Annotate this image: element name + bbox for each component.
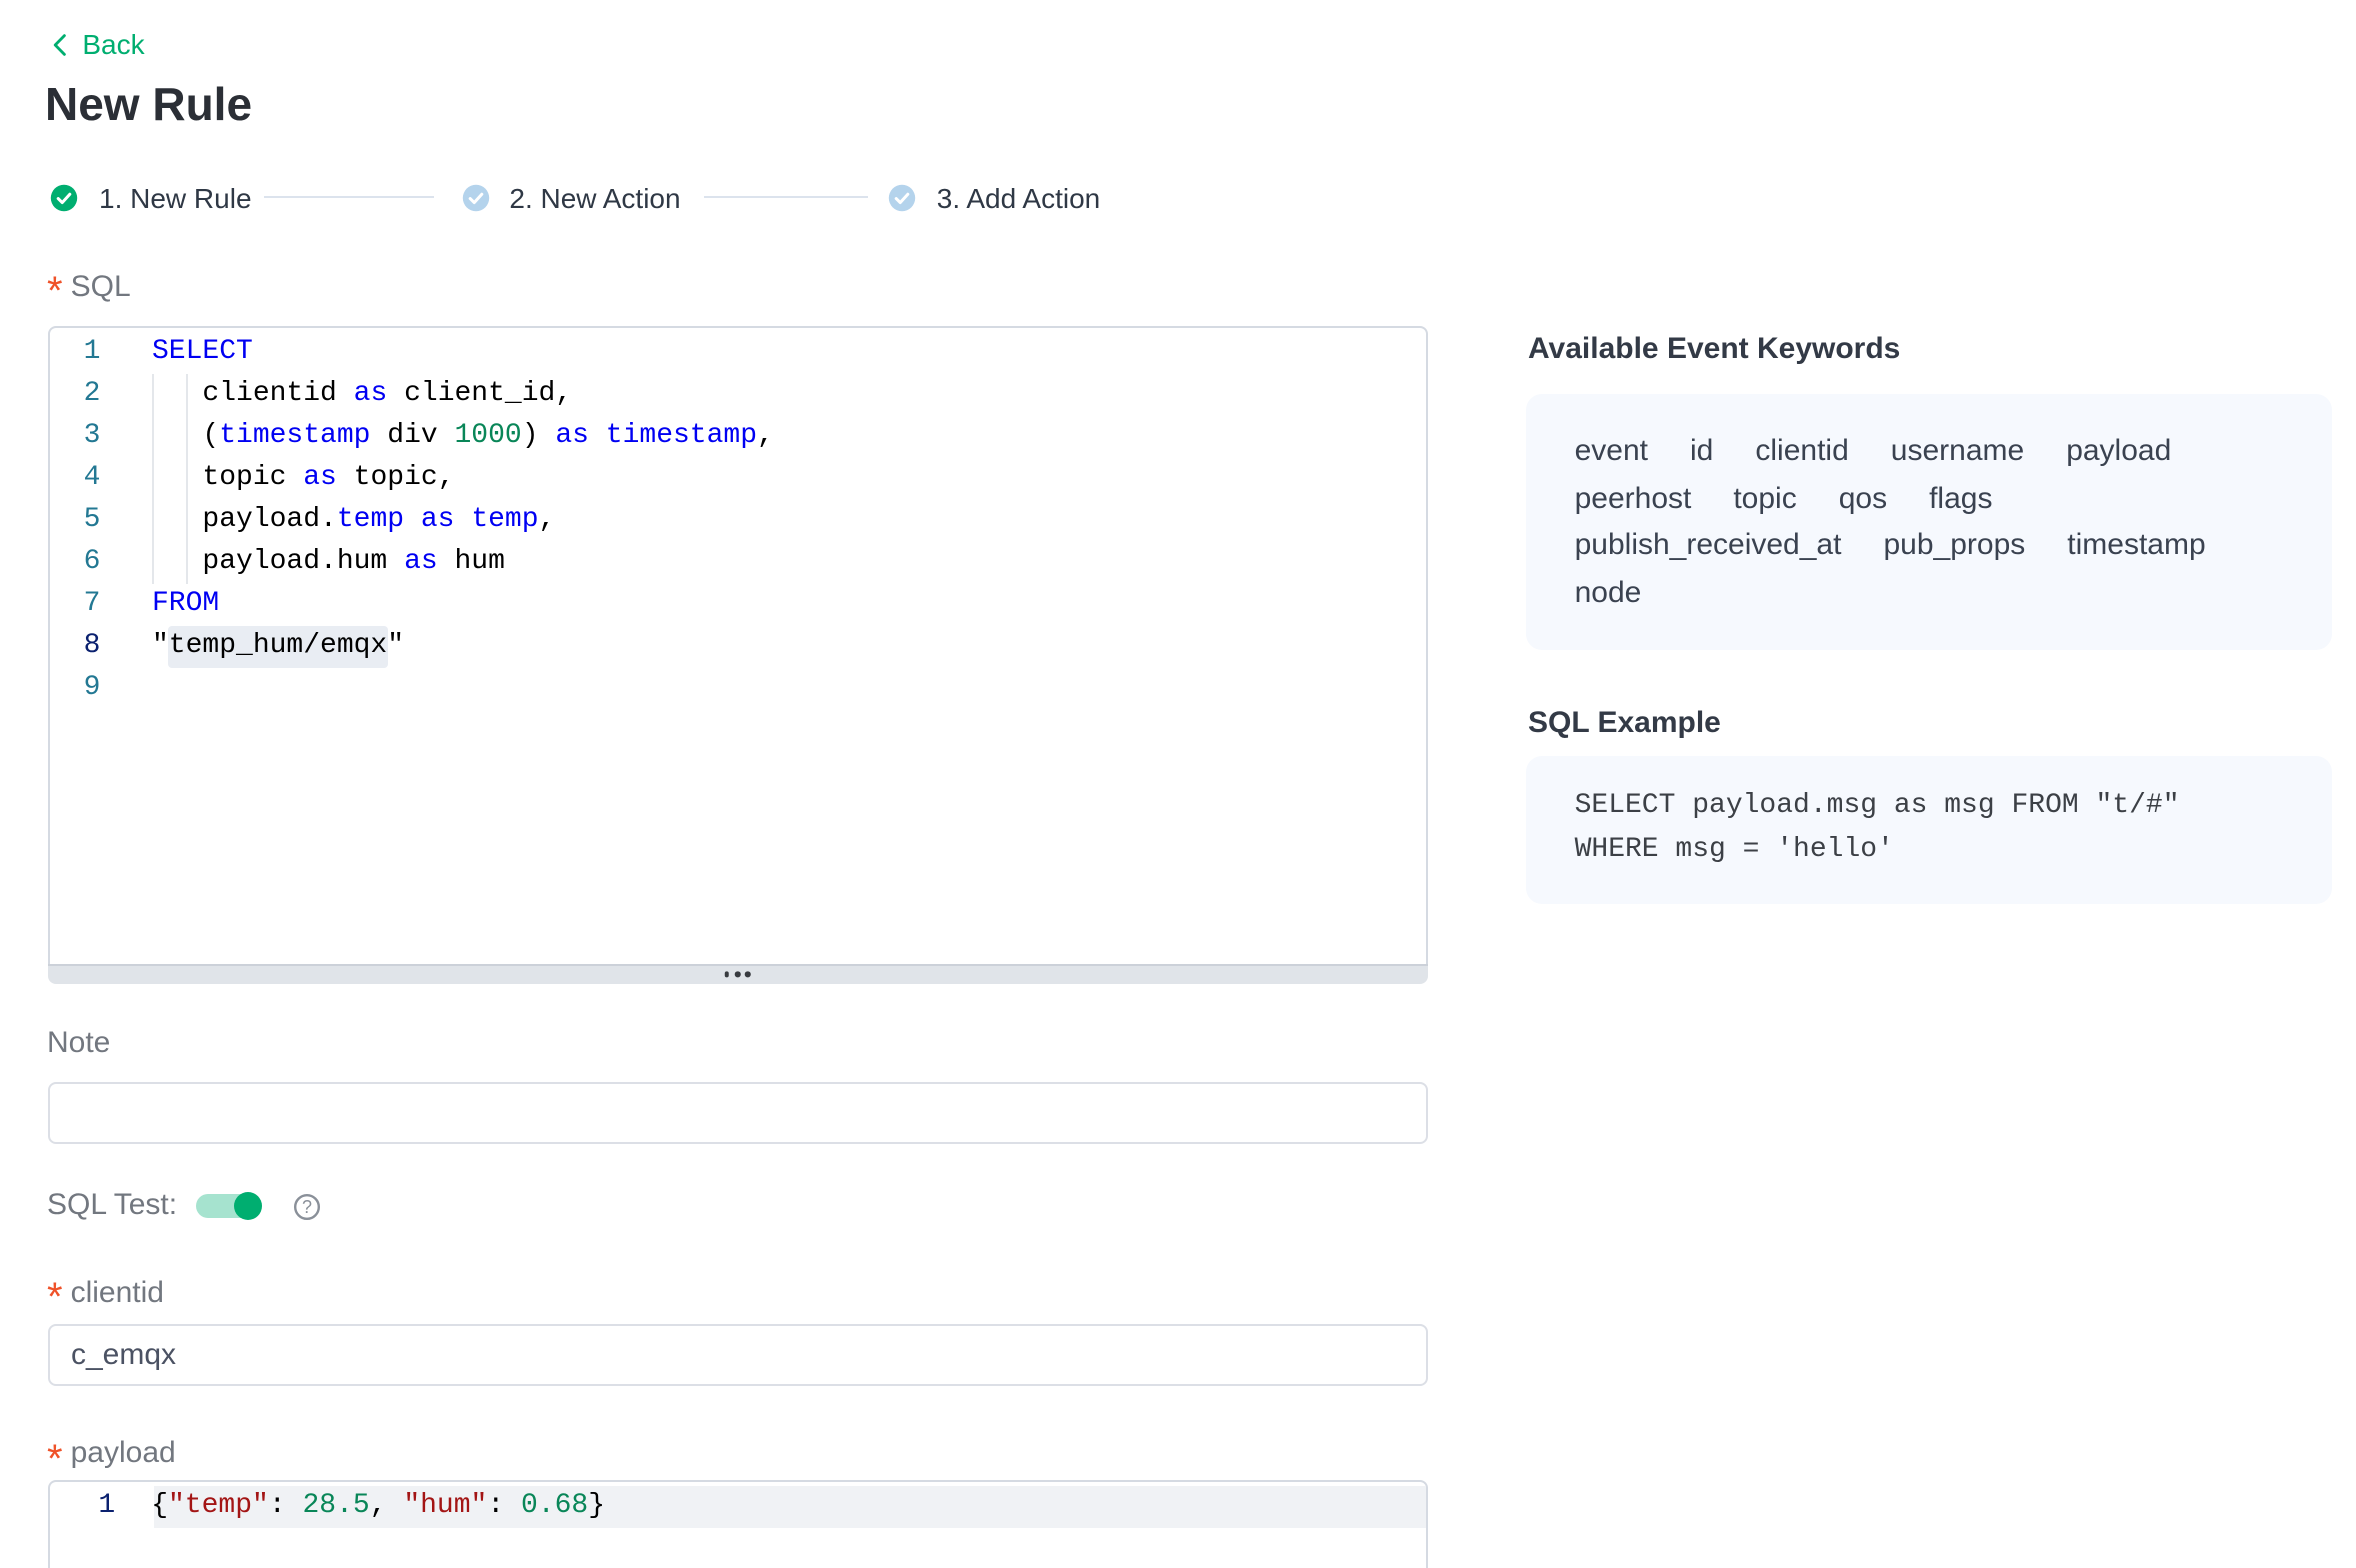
svg-text:?: ? bbox=[302, 1196, 312, 1216]
